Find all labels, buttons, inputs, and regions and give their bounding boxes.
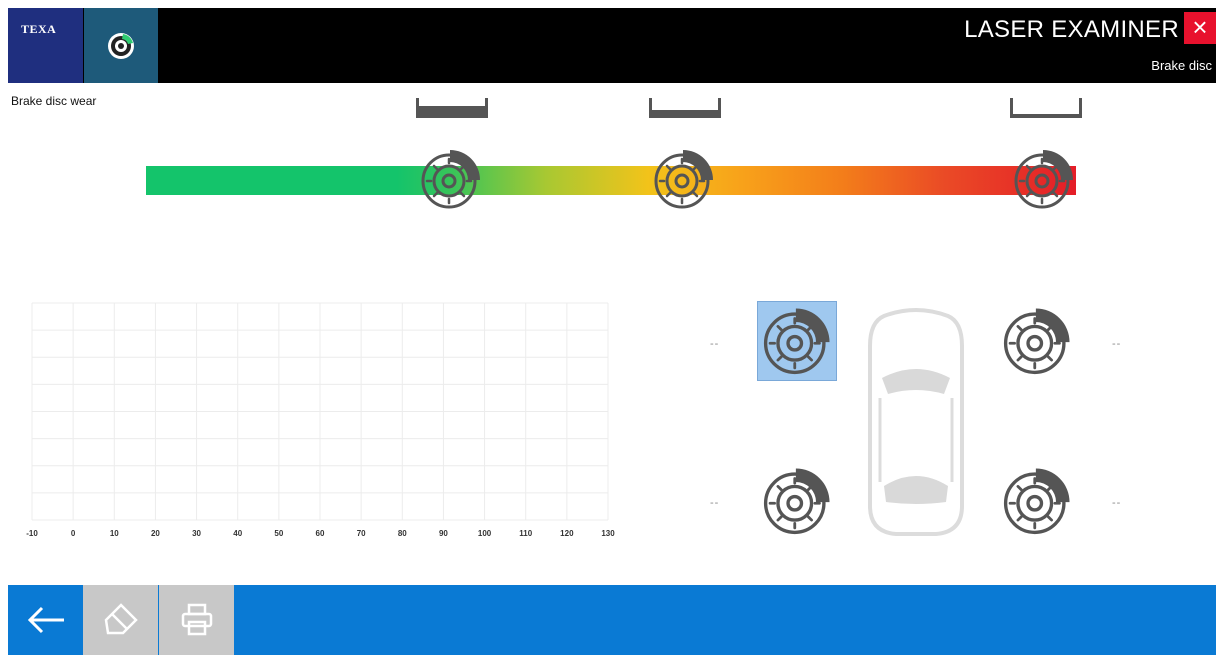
footer-toolbar xyxy=(8,585,1216,655)
chart-tick-label: 60 xyxy=(316,529,325,538)
chart-x-ticks: -10 0 10 20 30 40 50 60 70 80 90 100 110 120 130 xyxy=(26,529,615,538)
rear-right-value: -- xyxy=(1112,497,1122,509)
front-left-value: -- xyxy=(710,338,720,350)
chart-tick-label: 40 xyxy=(233,529,242,538)
print-button[interactable] xyxy=(159,585,234,655)
back-button[interactable] xyxy=(8,585,83,655)
chart-tick-label: 50 xyxy=(274,529,283,538)
close-button[interactable]: × xyxy=(1184,12,1216,44)
wear-section-label: Brake disc wear xyxy=(11,94,97,108)
chart-tick-label: 30 xyxy=(192,529,201,538)
chart-tick-label: 100 xyxy=(478,529,492,538)
brake-disc-icon xyxy=(760,464,834,538)
chart-tick-label: 80 xyxy=(398,529,407,538)
rear-left-value: -- xyxy=(710,497,720,509)
header-bar: TEXA LASER EXAMINER × Brake disc xyxy=(8,8,1216,83)
brake-disc-icon xyxy=(1000,304,1074,378)
brake-disc-app-icon xyxy=(84,8,158,83)
wear-chart: -10 0 10 20 30 40 50 60 70 80 90 100 110 120 130 xyxy=(26,302,615,538)
car-top-view-icon xyxy=(868,308,964,536)
wheel-rear-right[interactable] xyxy=(997,461,1077,541)
brake-disc-critical-icon xyxy=(1011,146,1077,212)
front-right-value: -- xyxy=(1112,338,1122,350)
chart-tick-label: -10 xyxy=(26,529,38,538)
brake-disc-icon xyxy=(760,304,834,378)
wheel-front-right[interactable] xyxy=(997,301,1077,381)
erase-button[interactable] xyxy=(83,585,158,655)
wear-gradient-bar xyxy=(146,166,1076,195)
bracket-worn-icon xyxy=(649,98,721,118)
bracket-new-icon xyxy=(416,98,488,118)
chart-grid xyxy=(31,302,609,521)
app-root: TEXA LASER EXAMINER × Brake disc Brake d… xyxy=(0,0,1219,655)
texa-logo: TEXA xyxy=(8,8,83,83)
page-subtitle: Brake disc xyxy=(1151,58,1212,73)
arrow-left-icon xyxy=(27,606,64,634)
chart-tick-label: 20 xyxy=(151,529,160,538)
close-icon: × xyxy=(1192,12,1208,42)
eraser-icon xyxy=(104,603,138,635)
brake-disc-worn-icon xyxy=(651,146,717,212)
chart-tick-label: 70 xyxy=(357,529,366,538)
chart-tick-label: 10 xyxy=(110,529,119,538)
brake-disc-icon xyxy=(1000,464,1074,538)
chart-tick-label: 130 xyxy=(601,529,615,538)
app-title: LASER EXAMINER xyxy=(964,16,1179,43)
printer-icon xyxy=(181,603,212,636)
chart-tick-label: 120 xyxy=(560,529,574,538)
chart-tick-label: 0 xyxy=(71,529,76,538)
brake-disc-new-icon xyxy=(418,146,484,212)
chart-tick-label: 110 xyxy=(519,529,532,538)
wheel-rear-left[interactable] xyxy=(757,461,837,541)
wheel-front-left[interactable] xyxy=(757,301,837,381)
bracket-critical-icon xyxy=(1010,98,1082,118)
chart-tick-label: 90 xyxy=(439,529,448,538)
